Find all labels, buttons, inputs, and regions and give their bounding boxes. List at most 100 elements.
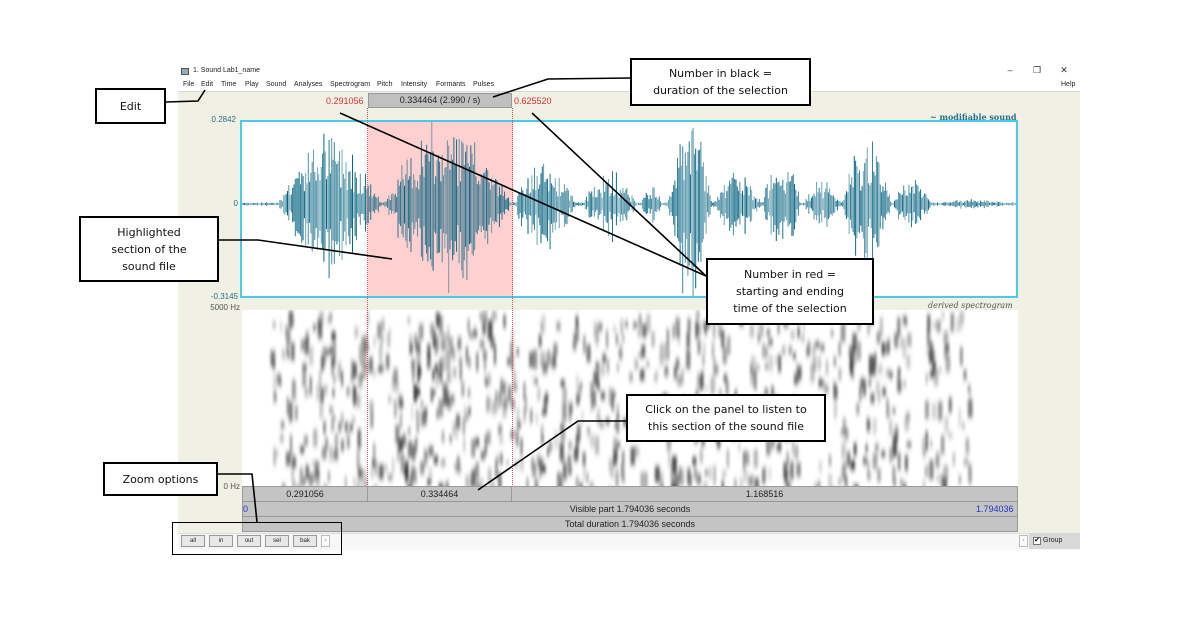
spectrogram-cell	[410, 404, 414, 420]
spectrogram-cell	[666, 346, 670, 360]
spectrogram-cell	[965, 438, 970, 455]
spectrogram-cell	[529, 408, 533, 424]
spectrogram-cell	[861, 377, 864, 388]
spectrogram-cell	[743, 469, 749, 483]
spectrogram-cell	[624, 320, 628, 328]
spectrogram-cell	[359, 356, 365, 368]
menu-time[interactable]: Time	[221, 81, 236, 88]
spectrogram-cell	[532, 375, 535, 385]
spectrogram-cell	[433, 455, 439, 465]
spectrogram-cell	[927, 314, 931, 332]
spectrogram-cell	[349, 423, 353, 432]
spectrogram-cell	[876, 452, 879, 461]
waveform-trace	[242, 122, 1016, 296]
spectrogram-cell	[712, 356, 717, 376]
menu-formants[interactable]: Formants	[436, 81, 466, 88]
spectrogram-cell	[903, 318, 908, 327]
spectrogram-cell	[680, 468, 685, 486]
spectrogram-cell	[845, 476, 848, 486]
spectrogram-cell	[576, 392, 579, 406]
menu-file[interactable]: File	[183, 81, 194, 88]
close-icon[interactable]: ✕	[1057, 65, 1071, 76]
time-bar-before-selection[interactable]: 0.291056	[242, 486, 368, 502]
spectrogram-cell	[583, 335, 586, 354]
spectrogram-cell	[411, 466, 415, 482]
menu-pulses[interactable]: Pulses	[473, 81, 494, 88]
menu-help[interactable]: Help	[1061, 81, 1075, 88]
spectrogram-cell	[944, 343, 950, 353]
spectrogram-cell	[357, 468, 363, 478]
spectrogram-cell	[788, 345, 793, 355]
spectrogram-cell	[530, 457, 535, 469]
selection-end-line[interactable]	[512, 108, 513, 503]
visible-part-bar[interactable]: Visible part 1.794036 seconds	[242, 501, 1018, 517]
time-bar-selection[interactable]: 0.334464	[367, 486, 512, 502]
menu-edit[interactable]: Edit	[201, 81, 213, 88]
spectrogram-cell	[610, 459, 614, 479]
spectrogram-cell	[637, 329, 642, 337]
menu-play[interactable]: Play	[245, 81, 259, 88]
total-duration-bar[interactable]: Total duration 1.794036 seconds	[242, 516, 1018, 532]
spectrogram-cell	[872, 418, 877, 435]
selection-duration-bar[interactable]: 0.334464 (2.990 / s)	[368, 93, 512, 108]
spectrogram-cell	[276, 373, 282, 385]
spectrogram-cell	[695, 310, 700, 321]
spectrogram-cell	[537, 387, 541, 401]
spectrogram-cell	[943, 331, 949, 344]
spectrogram-cell	[352, 362, 358, 378]
spectrogram-cell	[936, 474, 940, 483]
time-bar-after-selection[interactable]: 1.168516	[511, 486, 1018, 502]
spectrogram-cell	[334, 433, 339, 453]
spectrogram-cell	[399, 412, 403, 429]
menu-pitch[interactable]: Pitch	[377, 81, 393, 88]
minimize-icon[interactable]: –	[1003, 65, 1017, 75]
spectrogram-cell	[944, 416, 949, 433]
spectrogram-cell	[646, 314, 651, 333]
amplitude-zero-label: 0	[233, 199, 238, 208]
spectrogram-cell	[325, 348, 330, 356]
menu-analyses[interactable]: Analyses	[294, 81, 322, 88]
spectrogram-cell	[720, 330, 725, 348]
restore-icon[interactable]: ❐	[1030, 65, 1044, 76]
spectrogram-cell	[583, 460, 586, 480]
waveform-plot[interactable]	[242, 122, 1016, 296]
spectrogram-cell	[862, 456, 868, 465]
spectrogram-cell	[309, 473, 314, 485]
amplitude-max-label: 0.2842	[211, 115, 236, 124]
spectrogram-cell	[615, 334, 619, 345]
spectrogram-cell	[697, 339, 701, 355]
spectrogram-cell	[850, 459, 855, 472]
menu-sound[interactable]: Sound	[266, 81, 286, 88]
callout-text-line: Click on the panel to listen to	[645, 403, 807, 416]
spectrogram-cell	[304, 386, 309, 398]
spectrogram-cell	[553, 430, 559, 449]
spectrogram-cell	[463, 436, 466, 453]
spectrogram-cell	[641, 344, 646, 358]
spectrogram-cell	[451, 394, 455, 405]
spectrogram-cell	[606, 330, 609, 349]
menu-spectrogram[interactable]: Spectrogram	[330, 81, 370, 88]
spectrogram-cell	[842, 418, 846, 429]
spectrogram-cell	[426, 478, 431, 486]
spectrogram-cell	[704, 383, 708, 392]
spectrogram-cell	[833, 380, 836, 390]
spectrogram-cell	[790, 461, 794, 480]
spectrogram-cell	[291, 456, 297, 469]
callout-text-line: starting and ending	[735, 285, 845, 298]
spectrogram-cell	[482, 320, 486, 335]
spectrogram-cell	[286, 397, 289, 416]
callout-edit-text: Edit	[119, 99, 142, 113]
spectrogram-cell	[613, 326, 617, 333]
spectrogram-cell	[378, 343, 383, 363]
spectrogram-cell	[464, 413, 469, 422]
spectrogram-cell	[867, 459, 870, 479]
spectrogram-cell	[303, 435, 309, 447]
menu-intensity[interactable]: Intensity	[401, 81, 427, 88]
spectrogram-cell	[562, 458, 566, 476]
selection-start-line[interactable]	[367, 108, 368, 503]
group-checkbox[interactable]: ✔	[1033, 537, 1041, 545]
spectrogram-cell	[579, 381, 583, 390]
spectrogram-cell	[640, 368, 646, 381]
scroll-right-button[interactable]: ›	[1019, 535, 1028, 547]
spectrogram-cell	[897, 367, 901, 377]
